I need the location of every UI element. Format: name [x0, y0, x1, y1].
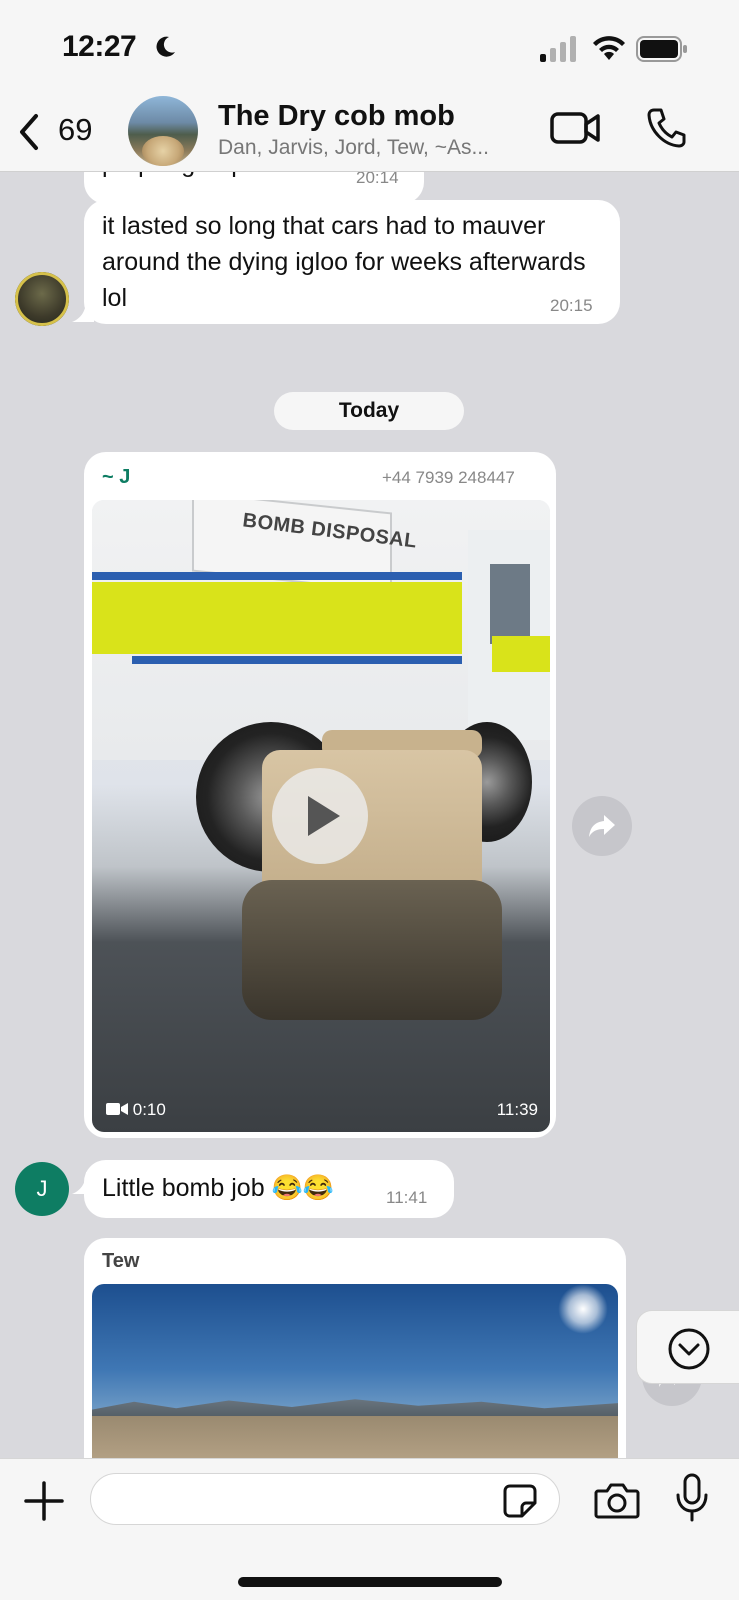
video-call-icon[interactable]: [550, 108, 602, 148]
message-time: 20:15: [550, 296, 593, 315]
group-members[interactable]: Dan, Jarvis, Jord, Tew, ~As...: [218, 136, 528, 160]
video-time: 11:39: [496, 1100, 538, 1119]
cellular-signal-icon: [540, 36, 576, 62]
back-chevron-icon[interactable]: [14, 110, 44, 154]
video-duration: 0:10: [106, 1100, 166, 1120]
chat-area[interactable]: proper group effort 20:14 it lasted so l…: [0, 172, 739, 1458]
chat-header: 69 The Dry cob mob Dan, Jarvis, Jord, Te…: [0, 96, 739, 172]
message-text: it lasted so long that cars had to mauve…: [102, 212, 586, 312]
message-bubble[interactable]: Little bomb job 😂😂 11:41: [84, 1160, 454, 1218]
message-time: 11:41: [386, 1188, 428, 1207]
unread-count[interactable]: 69: [58, 112, 92, 148]
scroll-to-bottom-button[interactable]: [636, 1310, 739, 1384]
video-duration-text: 0:10: [132, 1100, 166, 1119]
message-input[interactable]: [90, 1473, 560, 1525]
message-text: Little bomb job 😂😂: [102, 1174, 334, 1202]
robot-tracks: [242, 880, 502, 1020]
video-message-bubble[interactable]: ~ J +44 7939 248447 BOMB DISPOSAL 0:10 1…: [84, 452, 556, 1138]
sender-name[interactable]: ~ J: [102, 466, 130, 489]
status-bar: 12:27: [0, 0, 739, 96]
sender-avatar-initial[interactable]: J: [15, 1162, 69, 1216]
play-button[interactable]: [272, 768, 368, 864]
group-title[interactable]: The Dry cob mob: [218, 100, 455, 133]
message-text: proper group effort: [102, 172, 309, 182]
sender-avatar[interactable]: [15, 272, 69, 326]
date-divider: Today: [274, 392, 464, 430]
forward-button[interactable]: [572, 796, 632, 856]
home-indicator[interactable]: [238, 1577, 502, 1587]
battery-icon: [636, 36, 687, 62]
group-avatar[interactable]: [128, 96, 198, 166]
voice-call-icon[interactable]: [646, 106, 688, 148]
microphone-icon[interactable]: [674, 1473, 710, 1523]
wifi-icon: [593, 36, 625, 60]
sticker-icon[interactable]: [502, 1483, 538, 1519]
plus-icon[interactable]: [24, 1481, 64, 1521]
forward-icon: [589, 815, 615, 837]
play-icon: [308, 796, 340, 836]
message-composer: [0, 1458, 739, 1600]
focus-moon-icon: [156, 36, 175, 57]
chevron-down-icon: [668, 1328, 710, 1370]
status-time: 12:27: [62, 30, 137, 63]
camera-icon[interactable]: [594, 1481, 640, 1519]
video-thumbnail[interactable]: BOMB DISPOSAL 0:10 11:39: [92, 500, 550, 1132]
photo-message-bubble[interactable]: Tew: [84, 1238, 626, 1458]
video-camera-icon: [106, 1103, 128, 1115]
photo-thumbnail[interactable]: [92, 1284, 618, 1458]
message-time: 20:14: [356, 172, 399, 187]
sender-phone: +44 7939 248447: [382, 468, 515, 487]
sender-name[interactable]: Tew: [102, 1250, 139, 1273]
message-bubble[interactable]: it lasted so long that cars had to mauve…: [84, 200, 620, 324]
